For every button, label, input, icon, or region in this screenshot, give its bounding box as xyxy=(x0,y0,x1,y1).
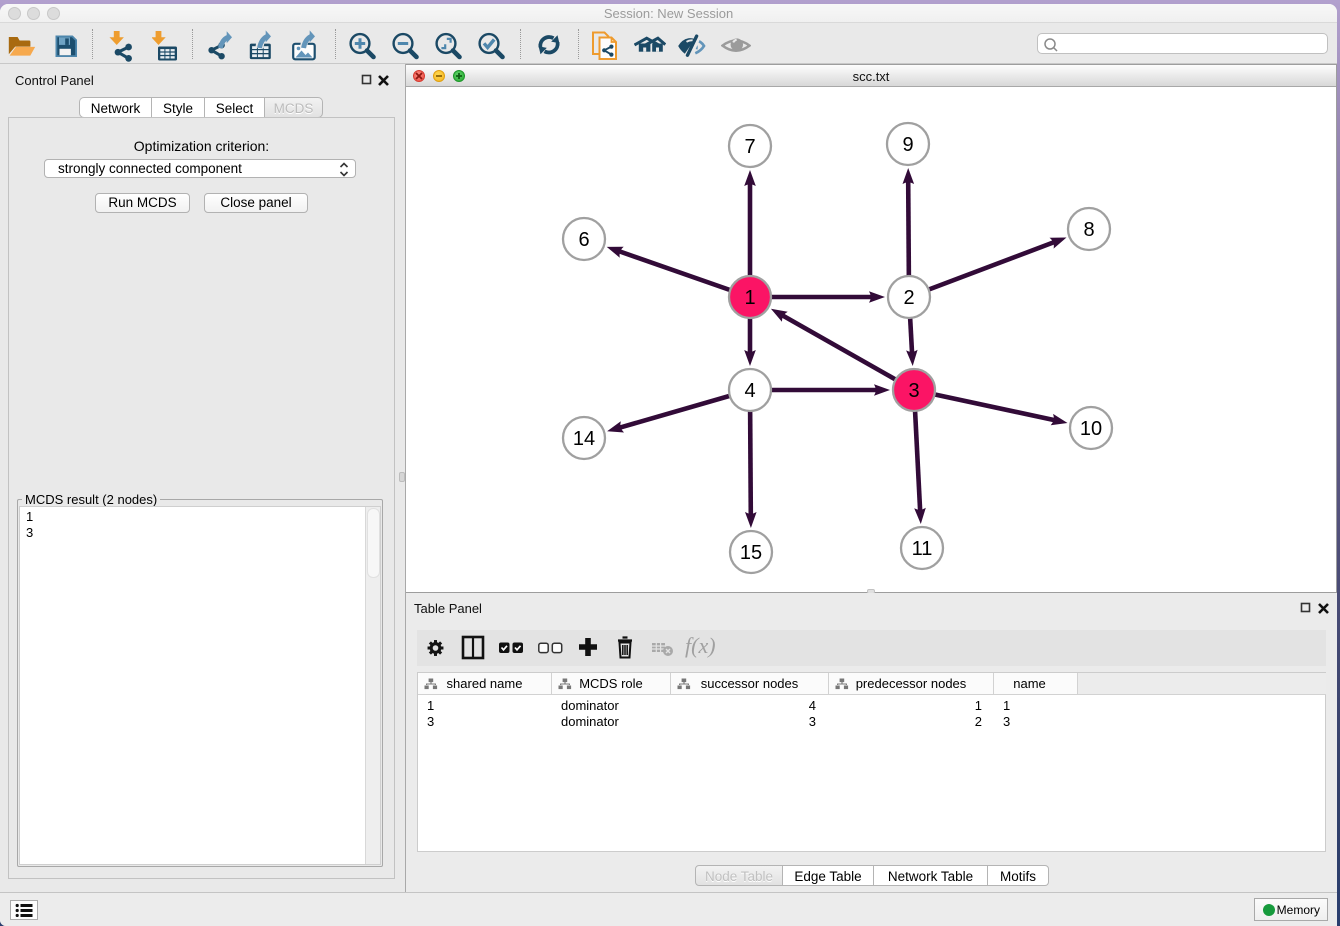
svg-text:4: 4 xyxy=(744,380,755,402)
svg-text:10: 10 xyxy=(1080,418,1102,440)
svg-text:6: 6 xyxy=(578,229,589,251)
svg-text:1: 1 xyxy=(744,287,755,309)
svg-text:8: 8 xyxy=(1083,219,1094,241)
svg-text:14: 14 xyxy=(573,428,595,450)
svg-text:7: 7 xyxy=(744,136,755,158)
svg-text:15: 15 xyxy=(740,542,762,564)
svg-text:9: 9 xyxy=(902,134,913,156)
svg-text:3: 3 xyxy=(908,380,919,402)
svg-text:2: 2 xyxy=(903,287,914,309)
svg-text:11: 11 xyxy=(912,538,933,560)
